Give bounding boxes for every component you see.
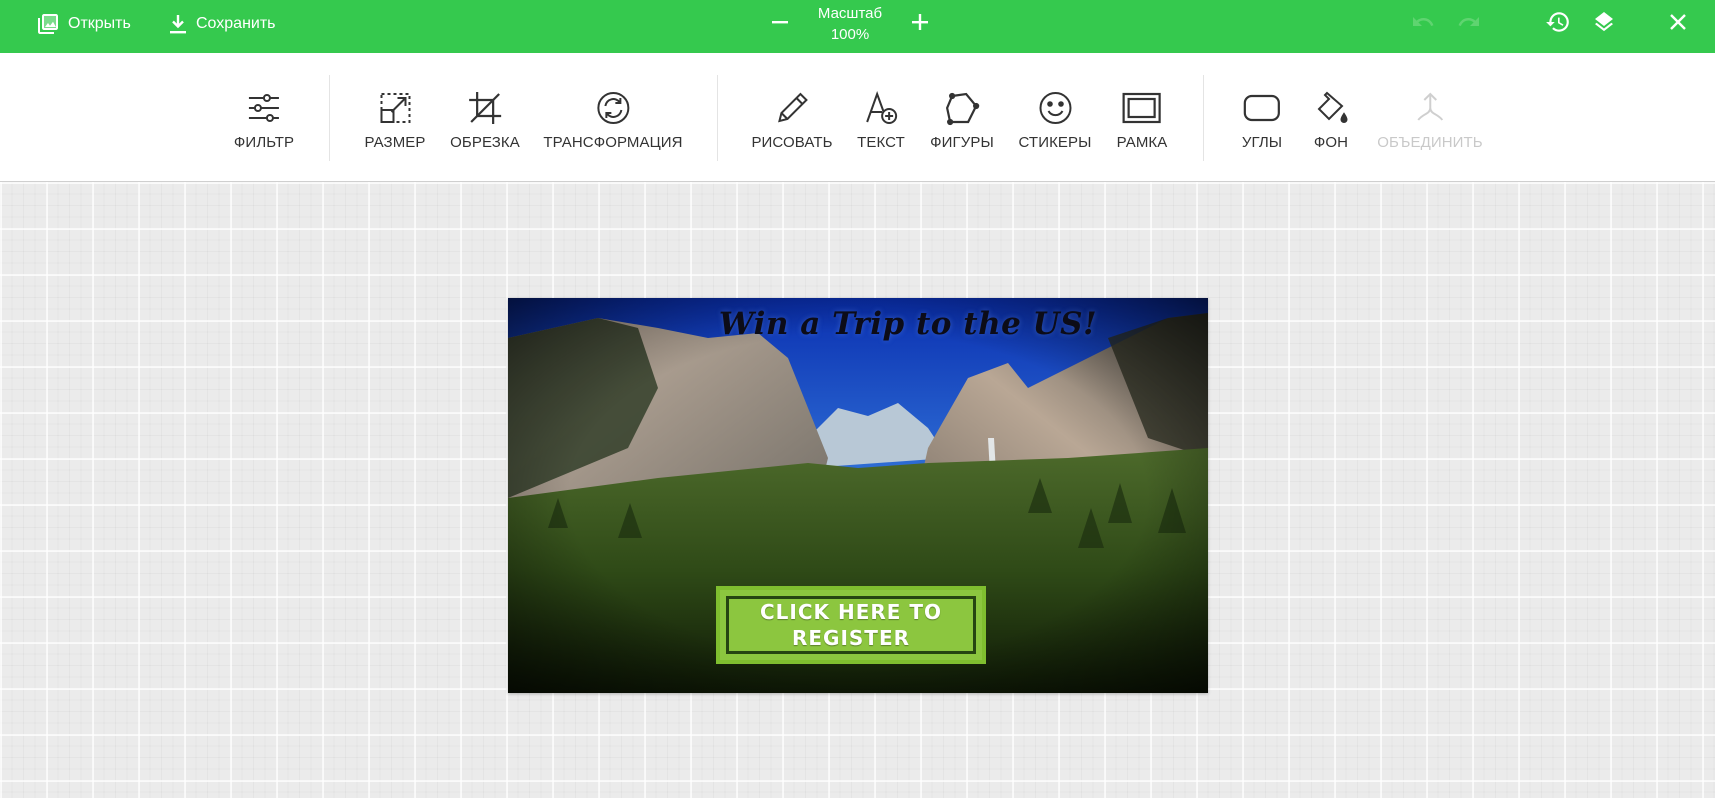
tool-text-label: ТЕКСТ — [857, 134, 905, 151]
text-add-icon — [861, 88, 901, 128]
paint-bucket-icon — [1311, 88, 1351, 128]
layers-icon — [1592, 10, 1616, 39]
tool-corners-label: УГЛЫ — [1241, 134, 1283, 151]
sliders-icon — [244, 88, 284, 128]
zoom-control: Масштаб 100% — [760, 0, 940, 48]
tool-crop[interactable]: ОБРЕЗКА — [450, 88, 520, 151]
canvas-workspace[interactable]: Win a Trip to the US! CLICK HERE TO REGI… — [0, 182, 1715, 798]
zoom-out-button[interactable] — [760, 4, 800, 44]
tool-draw[interactable]: РИСОВАТЬ — [751, 88, 832, 151]
download-icon — [168, 13, 188, 35]
polygon-icon — [942, 88, 982, 128]
edited-image[interactable]: Win a Trip to the US! CLICK HERE TO REGI… — [508, 298, 1208, 693]
zoom-value: 100% — [830, 26, 870, 43]
tool-corners[interactable]: УГЛЫ — [1242, 88, 1282, 151]
tool-draw-label: РИСОВАТЬ — [751, 134, 833, 151]
register-button-label: CLICK HERE TO REGISTER — [759, 600, 943, 650]
redo-icon — [1457, 10, 1481, 39]
history-button[interactable] — [1538, 4, 1578, 44]
top-bar: Открыть Сохранить Масштаб 100% — [0, 0, 1715, 53]
tool-filter[interactable]: ФИЛЬТР — [234, 88, 294, 151]
resize-icon — [375, 88, 415, 128]
tool-transform-label: ТРАНСФОРМАЦИЯ — [543, 134, 683, 151]
crop-icon — [465, 88, 505, 128]
frame-icon — [1122, 88, 1162, 128]
tool-frame-label: РАМКА — [1116, 134, 1168, 151]
tool-stickers-label: СТИКЕРЫ — [1018, 134, 1092, 151]
history-icon — [1545, 9, 1571, 40]
banner-title: Win a Trip to the US! — [718, 306, 1098, 342]
tool-resize-label: РАЗМЕР — [364, 134, 426, 151]
tool-crop-label: ОБРЕЗКА — [450, 134, 520, 151]
divider — [329, 75, 330, 161]
layers-button[interactable] — [1584, 4, 1624, 44]
tool-merge-label: ОБЪЕДИНИТЬ — [1377, 134, 1483, 151]
smiley-icon — [1035, 88, 1075, 128]
zoom-in-button[interactable] — [900, 4, 940, 44]
tool-bar: ФИЛЬТР РАЗМЕР ОБРЕЗКА ТРАНСФОРМАЦИЯ РИСО… — [0, 53, 1715, 182]
tool-frame[interactable]: РАМКА — [1117, 88, 1168, 151]
tool-shapes[interactable]: ФИГУРЫ — [930, 88, 994, 151]
save-label: Сохранить — [196, 15, 276, 32]
zoom-label: Масштаб — [817, 5, 883, 22]
divider — [717, 75, 718, 161]
register-button[interactable]: CLICK HERE TO REGISTER — [716, 586, 986, 664]
pencil-icon — [772, 88, 812, 128]
tool-background-label: ФОН — [1313, 134, 1349, 151]
plus-icon — [911, 13, 929, 36]
tool-transform[interactable]: ТРАНСФОРМАЦИЯ — [543, 88, 683, 151]
redo-button[interactable] — [1449, 4, 1489, 44]
tool-shapes-label: ФИГУРЫ — [930, 134, 994, 151]
undo-button[interactable] — [1403, 4, 1443, 44]
undo-icon — [1411, 10, 1435, 39]
divider — [1203, 75, 1204, 161]
zoom-display: Масштаб 100% — [818, 3, 882, 45]
tool-merge[interactable]: ОБЪЕДИНИТЬ — [1377, 88, 1483, 151]
close-button[interactable] — [1658, 4, 1698, 44]
tool-resize[interactable]: РАЗМЕР — [364, 88, 425, 151]
open-label: Открыть — [68, 15, 131, 32]
merge-icon — [1410, 88, 1450, 128]
tool-filter-label: ФИЛЬТР — [233, 134, 295, 151]
close-icon — [1668, 12, 1688, 37]
rotate-icon — [593, 88, 633, 128]
tool-stickers[interactable]: СТИКЕРЫ — [1018, 88, 1091, 151]
minus-icon — [771, 13, 789, 36]
tool-background[interactable]: ФОН — [1311, 88, 1351, 151]
save-button[interactable]: Сохранить — [168, 0, 276, 48]
tool-text[interactable]: ТЕКСТ — [857, 88, 905, 151]
image-icon — [36, 12, 60, 36]
rounded-rect-icon — [1242, 88, 1282, 128]
register-button-border: CLICK HERE TO REGISTER — [726, 596, 976, 654]
open-button[interactable]: Открыть — [36, 0, 131, 48]
